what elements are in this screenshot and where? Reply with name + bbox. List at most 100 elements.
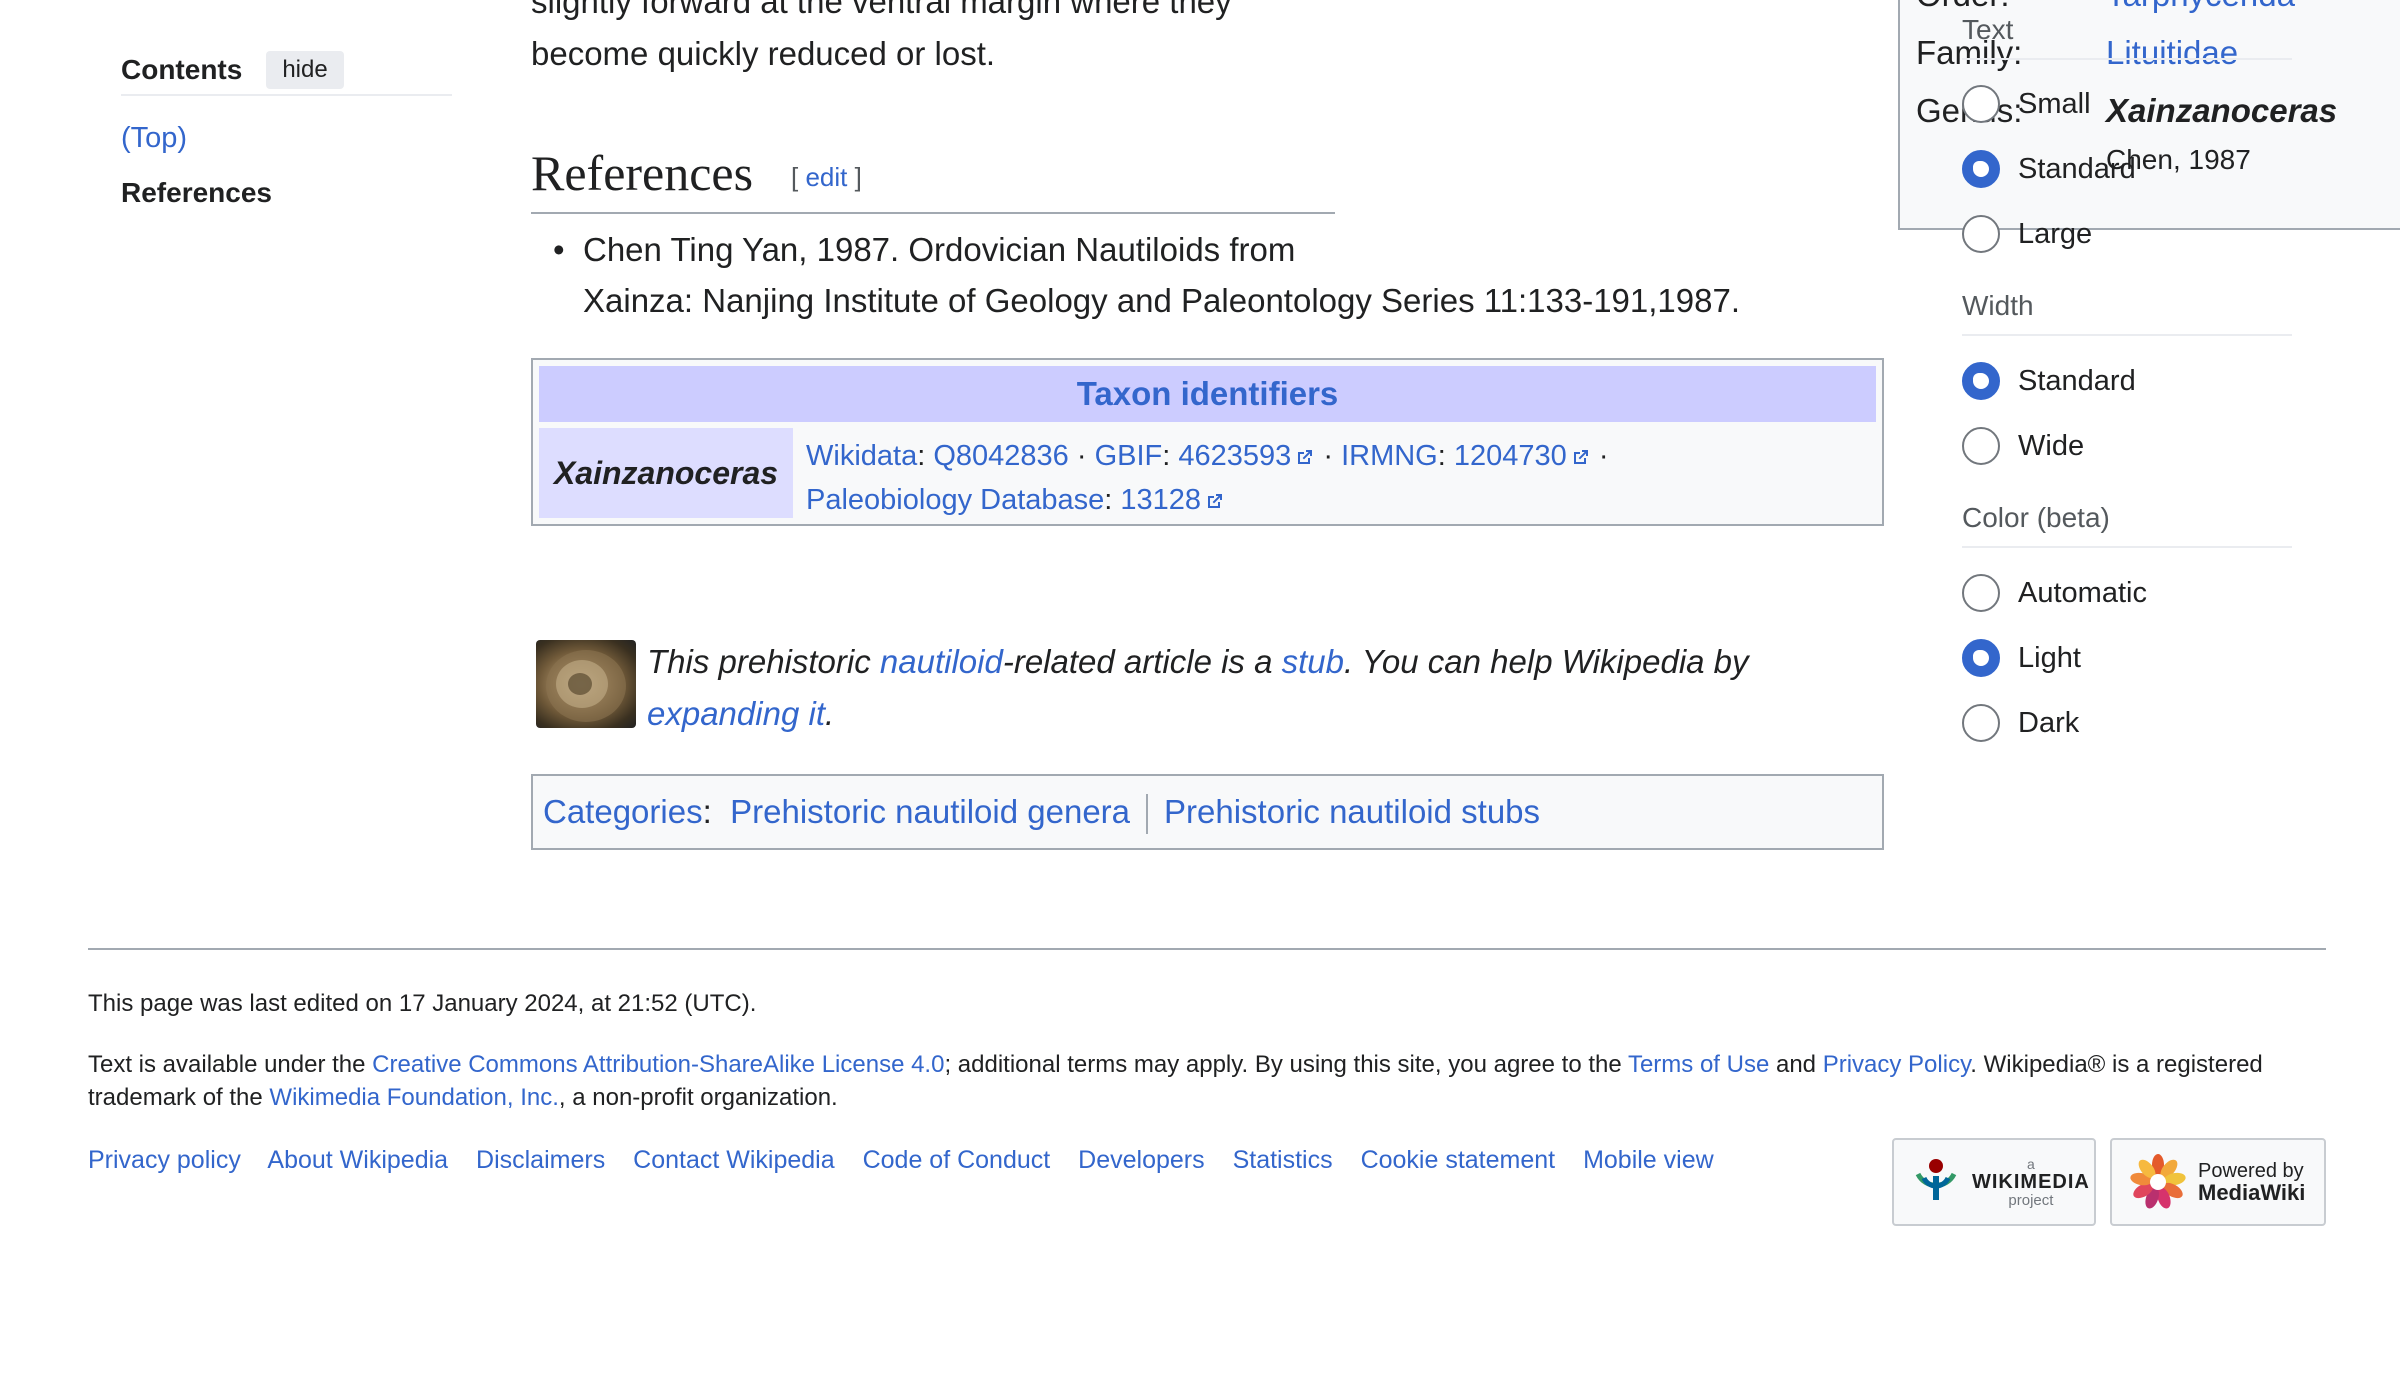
width-wide-option[interactable]: Wide bbox=[1962, 427, 2084, 465]
toc-hide-button[interactable]: hide bbox=[266, 51, 344, 89]
radio-button-icon[interactable] bbox=[1962, 215, 2000, 253]
radio-label: Dark bbox=[2018, 706, 2080, 739]
nautiloid-link[interactable]: nautiloid bbox=[880, 643, 1003, 680]
taxon-identifiers-link[interactable]: Taxon identifiers bbox=[1077, 375, 1339, 412]
gbif-id: 4623593 bbox=[1178, 440, 1292, 472]
irmng-id: 1204730 bbox=[1453, 440, 1567, 472]
external-link-icon bbox=[1298, 450, 1313, 464]
radio-label: Standard bbox=[2018, 152, 2136, 185]
dot-separator: · bbox=[1590, 440, 1609, 472]
footer-link-developers[interactable]: Developers bbox=[1078, 1146, 1204, 1174]
toc-item-references[interactable]: References bbox=[121, 177, 452, 209]
text-size-large-option[interactable]: Large bbox=[1962, 215, 2092, 253]
color-dark-option[interactable]: Dark bbox=[1962, 704, 2079, 742]
footer-link-mobile-view[interactable]: Mobile view bbox=[1583, 1146, 1714, 1174]
intro-line-1: slightly forward at the ventral margin w… bbox=[531, 0, 1232, 20]
width-standard-option[interactable]: Standard bbox=[1962, 362, 2136, 400]
taxobox-value-link[interactable]: Tarphycerida bbox=[2106, 0, 2295, 14]
nautiloid-shell-icon bbox=[546, 650, 626, 722]
wikidata-link[interactable]: Wikidata bbox=[806, 440, 917, 472]
edit-bracket-open: [ bbox=[791, 162, 806, 192]
external-link-icon bbox=[1208, 494, 1223, 508]
radio-button-selected-icon[interactable] bbox=[1962, 150, 2000, 188]
gbif-id-link[interactable]: 4623593 bbox=[1178, 440, 1315, 472]
terms-of-use-link[interactable]: Terms of Use bbox=[1628, 1051, 1769, 1078]
category-link[interactable]: Prehistoric nautiloid stubs bbox=[1164, 793, 1540, 830]
toc-title: Contents bbox=[121, 54, 243, 85]
intro-line-2: become quickly reduced or lost. bbox=[531, 35, 996, 72]
license-text-2: ; additional terms may apply. By using t… bbox=[944, 1051, 1628, 1078]
stub-text: This prehistoric nautiloid-related artic… bbox=[647, 636, 1887, 740]
footer-link-cookie-statement[interactable]: Cookie statement bbox=[1361, 1146, 1556, 1174]
stub-link[interactable]: stub bbox=[1282, 643, 1344, 680]
edit-link[interactable]: edit bbox=[805, 162, 847, 192]
wikimedia-foundation-link[interactable]: Wikimedia Foundation, Inc. bbox=[269, 1084, 558, 1111]
text-size-standard-option[interactable]: Standard bbox=[1962, 150, 2136, 188]
radio-label: Wide bbox=[2018, 429, 2085, 462]
footer-link-code-of-conduct[interactable]: Code of Conduct bbox=[863, 1146, 1051, 1174]
taxon-identifiers-box: Taxon identifiers Xainzanoceras Wikidata… bbox=[531, 358, 1884, 526]
external-link-icon bbox=[1573, 450, 1588, 464]
license-text: Text is available under the Creative Com… bbox=[88, 1048, 2326, 1114]
wikimedia-logo bbox=[1915, 1159, 1957, 1200]
license-text-3: and bbox=[1769, 1051, 1823, 1078]
stub-text-3: . You can help Wikipedia by bbox=[1344, 643, 1749, 680]
it-link-text: it bbox=[808, 695, 825, 732]
last-edited-info: This page was last edited on 17 January … bbox=[88, 990, 757, 1017]
wikimedia-project-badge[interactable]: a WIKIMEDIA project bbox=[1892, 1138, 2096, 1226]
badge-small-text: a bbox=[2027, 1155, 2035, 1172]
reference-line-1: Chen Ting Yan, 1987. Ordovician Nautiloi… bbox=[583, 231, 1296, 268]
radio-button-icon[interactable] bbox=[1962, 85, 2000, 123]
colon-separator: : bbox=[1104, 484, 1121, 516]
color-light-option[interactable]: Light bbox=[1962, 639, 2081, 677]
footer-link-statistics[interactable]: Statistics bbox=[1233, 1146, 1333, 1174]
reference-list: • Chen Ting Yan, 1987. Ordovician Nautil… bbox=[531, 224, 1831, 326]
footer-link-privacy-policy[interactable]: Privacy policy bbox=[88, 1146, 241, 1174]
badge-mediawiki-name: MediaWiki bbox=[2198, 1180, 2306, 1205]
intro-paragraph: slightly forward at the ventral margin w… bbox=[531, 0, 1331, 80]
irmng-link[interactable]: IRMNG bbox=[1341, 440, 1438, 472]
wikidata-id-link[interactable]: Q8042836 bbox=[933, 440, 1068, 472]
dot-separator: · bbox=[1315, 440, 1342, 472]
expanding-it-link[interactable]: expanding it bbox=[647, 695, 825, 732]
category-divider bbox=[1146, 794, 1149, 835]
privacy-policy-inline-link[interactable]: Privacy Policy bbox=[1823, 1051, 1971, 1078]
footer-link-contact[interactable]: Contact Wikipedia bbox=[633, 1146, 834, 1174]
toc-item-top[interactable]: (Top) bbox=[121, 122, 452, 155]
footer-link-disclaimers[interactable]: Disclaimers bbox=[476, 1146, 605, 1174]
radio-button-icon[interactable] bbox=[1962, 574, 2000, 612]
radio-button-icon[interactable] bbox=[1962, 427, 2000, 465]
pbdb-id-link[interactable]: 13128 bbox=[1120, 484, 1225, 516]
radio-label: Small bbox=[2018, 87, 2091, 120]
references-heading: References [ edit ] bbox=[531, 136, 1335, 214]
text-size-small-option[interactable]: Small bbox=[1962, 85, 2091, 123]
radio-button-selected-icon[interactable] bbox=[1962, 362, 2000, 400]
taxobox-label: Order: bbox=[1916, 0, 2010, 14]
radio-button-icon[interactable] bbox=[1962, 704, 2000, 742]
references-title: References bbox=[531, 145, 754, 201]
categories-colon: : bbox=[702, 793, 712, 830]
nautiloid-shell-image[interactable] bbox=[536, 640, 636, 728]
mediawiki-badge-text: Powered by MediaWiki bbox=[2198, 1160, 2305, 1204]
category-link[interactable]: Prehistoric nautiloid genera bbox=[730, 793, 1130, 830]
radio-button-selected-icon[interactable] bbox=[1962, 639, 2000, 677]
footer-link-about[interactable]: About Wikipedia bbox=[267, 1146, 448, 1174]
badge-powered-by: Powered by bbox=[2198, 1160, 2304, 1182]
mediawiki-flower-logo bbox=[2130, 1154, 2186, 1209]
cc-license-link[interactable]: Creative Commons Attribution-ShareAlike … bbox=[372, 1051, 944, 1078]
color-automatic-option[interactable]: Automatic bbox=[1962, 574, 2147, 612]
table-of-contents: Contents hide (Top) References bbox=[121, 50, 452, 209]
pbdb-link[interactable]: Paleobiology Database bbox=[806, 484, 1104, 516]
taxon-identifier-line-2: Paleobiology Database: 13128 bbox=[806, 478, 1876, 522]
badge-project-text: project bbox=[2008, 1191, 2054, 1209]
taxon-identifier-list: Wikidata: Q8042836 · GBIF: 4623593 · IRM… bbox=[806, 434, 1876, 522]
pbdb-id: 13128 bbox=[1120, 484, 1202, 516]
powered-by-mediawiki-badge[interactable]: Powered by MediaWiki bbox=[2110, 1138, 2326, 1226]
categories-link[interactable]: Categories bbox=[543, 793, 703, 830]
taxon-identifiers-title: Taxon identifiers bbox=[539, 366, 1876, 422]
taxon-name: Xainzanoceras bbox=[539, 428, 793, 518]
radio-label: Standard bbox=[2018, 364, 2136, 397]
gbif-link[interactable]: GBIF bbox=[1095, 440, 1163, 472]
irmng-id-link[interactable]: 1204730 bbox=[1454, 440, 1591, 472]
appearance-text-title: Text bbox=[1962, 14, 2292, 60]
